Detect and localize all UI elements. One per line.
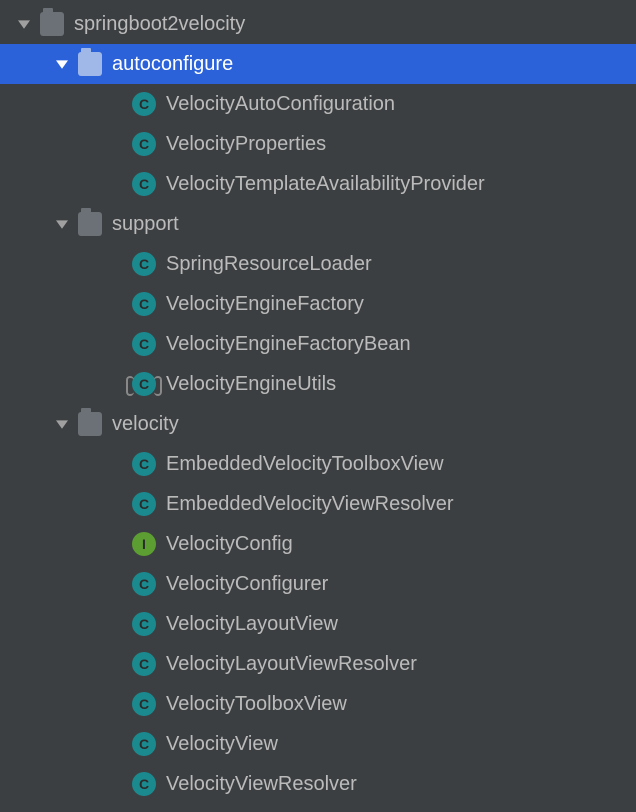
tree-item-label: SpringResourceLoader	[166, 254, 372, 274]
tree-package-row[interactable]: support	[0, 204, 636, 244]
tree-file-row[interactable]: C VelocityEngineUtils	[0, 364, 636, 404]
class-icon: C	[132, 292, 156, 316]
chevron-down-icon[interactable]	[16, 16, 32, 32]
tree-file-row[interactable]: C VelocityTemplateAvailabilityProvider	[0, 164, 636, 204]
tree-item-label: VelocityView	[166, 734, 278, 754]
class-icon: C	[132, 92, 156, 116]
tree-item-label: VelocityConfigurer	[166, 574, 328, 594]
tree-item-label: VelocityEngineFactory	[166, 294, 364, 314]
class-icon: C	[132, 132, 156, 156]
class-icon: C	[132, 692, 156, 716]
interface-icon: I	[132, 532, 156, 556]
class-icon: C	[132, 252, 156, 276]
tree-file-row[interactable]: C VelocityAutoConfiguration	[0, 84, 636, 124]
tree-item-label: EmbeddedVelocityViewResolver	[166, 494, 454, 514]
tree-item-label: VelocityToolboxView	[166, 694, 347, 714]
class-icon: C	[132, 732, 156, 756]
package-icon	[78, 412, 102, 436]
package-icon	[40, 12, 64, 36]
tree-item-label: springboot2velocity	[74, 14, 245, 34]
tree-item-label: EmbeddedVelocityToolboxView	[166, 454, 444, 474]
package-icon	[78, 212, 102, 236]
tree-package-row[interactable]: autoconfigure	[0, 44, 636, 84]
tree-item-label: VelocityTemplateAvailabilityProvider	[166, 174, 485, 194]
class-icon: C	[132, 492, 156, 516]
tree-file-row[interactable]: C VelocityConfigurer	[0, 564, 636, 604]
tree-file-row[interactable]: C VelocityProperties	[0, 124, 636, 164]
tree-file-row[interactable]: I VelocityConfig	[0, 524, 636, 564]
tree-item-label: support	[112, 214, 179, 234]
class-icon: C	[132, 652, 156, 676]
class-icon: C	[132, 372, 156, 396]
class-icon: C	[132, 172, 156, 196]
class-icon: C	[132, 772, 156, 796]
class-icon: C	[132, 332, 156, 356]
chevron-down-icon[interactable]	[54, 416, 70, 432]
tree-item-label: VelocityProperties	[166, 134, 326, 154]
tree-item-label: autoconfigure	[112, 54, 233, 74]
tree-file-row[interactable]: C VelocityViewResolver	[0, 764, 636, 804]
tree-file-row[interactable]: C EmbeddedVelocityToolboxView	[0, 444, 636, 484]
tree-item-label: VelocityEngineFactoryBean	[166, 334, 411, 354]
tree-package-row[interactable]: velocity	[0, 404, 636, 444]
class-icon: C	[132, 452, 156, 476]
tree-package-row[interactable]: springboot2velocity	[0, 4, 636, 44]
chevron-down-icon[interactable]	[54, 216, 70, 232]
class-icon: C	[132, 612, 156, 636]
tree-file-row[interactable]: C VelocityLayoutViewResolver	[0, 644, 636, 684]
tree-item-label: VelocityAutoConfiguration	[166, 94, 395, 114]
tree-file-row[interactable]: C SpringResourceLoader	[0, 244, 636, 284]
tree-item-label: VelocityConfig	[166, 534, 293, 554]
project-tree[interactable]: springboot2velocity autoconfigure C Velocit…	[0, 0, 636, 804]
tree-file-row[interactable]: C VelocityEngineFactory	[0, 284, 636, 324]
tree-file-row[interactable]: C EmbeddedVelocityViewResolver	[0, 484, 636, 524]
tree-item-label: VelocityLayoutViewResolver	[166, 654, 417, 674]
tree-item-label: VelocityViewResolver	[166, 774, 357, 794]
tree-item-label: VelocityEngineUtils	[166, 374, 336, 394]
tree-file-row[interactable]: C VelocityEngineFactoryBean	[0, 324, 636, 364]
tree-file-row[interactable]: C VelocityLayoutView	[0, 604, 636, 644]
tree-item-label: VelocityLayoutView	[166, 614, 338, 634]
tree-file-row[interactable]: C VelocityView	[0, 724, 636, 764]
package-icon	[78, 52, 102, 76]
chevron-down-icon[interactable]	[54, 56, 70, 72]
class-icon: C	[132, 572, 156, 596]
tree-item-label: velocity	[112, 414, 179, 434]
tree-file-row[interactable]: C VelocityToolboxView	[0, 684, 636, 724]
